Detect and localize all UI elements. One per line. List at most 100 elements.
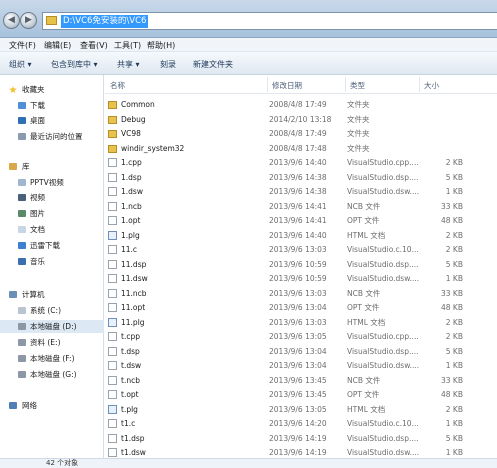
nav-downloads[interactable]: 下载: [0, 99, 104, 112]
file-name: Common: [121, 100, 155, 109]
file-date: 2013/9/6 13:04: [269, 346, 327, 356]
file-name: Debug: [121, 114, 146, 124]
column-name[interactable]: 名称: [110, 80, 125, 91]
file-name: 11.ncb: [121, 288, 147, 298]
file-row[interactable]: 11.dsw 2013/9/6 10:59 VisualStudio.dsw....…: [105, 272, 497, 285]
forward-icon[interactable]: ▶: [20, 12, 37, 29]
nav-drive-d[interactable]: 本地磁盘 (D:): [0, 320, 104, 333]
menu-help[interactable]: 帮助(H): [147, 40, 175, 51]
file-row[interactable]: t.plg 2013/9/6 13:05 HTML 文档 2 KB: [105, 403, 497, 416]
file-name: windir_system32: [121, 143, 185, 153]
nav-desktop[interactable]: 桌面: [0, 114, 104, 127]
file-row[interactable]: t1.c 2013/9/6 14:20 VisualStudio.c.10... 1 …: [105, 417, 497, 430]
file-name: t.dsp: [121, 346, 140, 356]
menu-edit[interactable]: 编辑(E): [44, 40, 71, 51]
nav-xunlei[interactable]: 迅雷下载: [0, 239, 104, 252]
file-row[interactable]: 11.plg 2013/9/6 13:03 HTML 文档 2 KB: [105, 316, 497, 329]
nav-drive-e[interactable]: 资料 (E:): [0, 336, 104, 349]
menu-view[interactable]: 查看(V): [80, 40, 108, 51]
file-type: VisualStudio.cpp....: [347, 158, 419, 167]
nav-drive-c[interactable]: 系统 (C:): [0, 304, 104, 317]
file-type: VisualStudio.dsp....: [347, 433, 419, 443]
file-type: HTML 文档: [347, 404, 386, 414]
file-size: 2 KB: [445, 332, 463, 341]
file-size: 33 KB: [441, 375, 463, 385]
file-row[interactable]: t.dsp 2013/9/6 13:04 VisualStudio.dsp.... 5…: [105, 345, 497, 358]
file-row[interactable]: t.ncb 2013/9/6 13:45 NCB 文件 33 KB: [105, 374, 497, 387]
file-row[interactable]: 1.dsw 2013/9/6 14:38 VisualStudio.dsw.... 1…: [105, 185, 497, 198]
file-row[interactable]: t.cpp 2013/9/6 13:05 VisualStudio.cpp.... 2…: [105, 330, 497, 343]
file-size: 1 KB: [445, 419, 463, 428]
column-type[interactable]: 类型: [350, 80, 365, 91]
file-row[interactable]: VC98 2008/4/8 17:49 文件夹: [105, 127, 497, 140]
file-type: 文件夹: [347, 100, 370, 109]
menu-file[interactable]: 文件(F): [9, 40, 36, 51]
file-icon: [108, 390, 117, 399]
file-row[interactable]: t.opt 2013/9/6 13:45 OPT 文件 48 KB: [105, 388, 497, 401]
folder-icon: [108, 130, 117, 138]
nav-recent[interactable]: 最近访问的位置: [0, 130, 104, 143]
nav-pictures[interactable]: 图片: [0, 207, 104, 220]
address-path[interactable]: D:\VC6免安装的\VC6: [61, 15, 149, 28]
file-icon: [108, 433, 117, 443]
drive-icon: [18, 355, 26, 362]
nav-network[interactable]: 网络: [0, 399, 104, 412]
toolbar: 组织 ▾ 包含到库中 ▾ 共享 ▾ 刻录 新建文件夹: [0, 52, 497, 75]
file-row[interactable]: 1.cpp 2013/9/6 14:40 VisualStudio.cpp.... 2…: [105, 156, 497, 169]
file-size: 1 KB: [445, 274, 463, 283]
nav-music[interactable]: 音乐: [0, 255, 104, 268]
address-bar[interactable]: D:\VC6免安装的\VC6: [42, 12, 497, 30]
column-size[interactable]: 大小: [424, 80, 439, 91]
star-icon: [9, 86, 17, 93]
drive-icon: [18, 323, 26, 330]
include-library-button[interactable]: 包含到库中 ▾: [51, 59, 98, 70]
file-row[interactable]: Debug 2014/2/10 13:18 文件夹: [105, 113, 497, 126]
file-size: 5 KB: [445, 433, 463, 443]
nav-drive-g[interactable]: 本地磁盘 (G:): [0, 368, 104, 381]
document-icon: [18, 226, 26, 233]
nav-documents[interactable]: 文档: [0, 223, 104, 236]
file-size: 33 KB: [441, 288, 463, 298]
nav-favorites[interactable]: 收藏夹: [0, 83, 104, 96]
file-name: t.opt: [121, 390, 139, 399]
file-row[interactable]: 1.opt 2013/9/6 14:41 OPT 文件 48 KB: [105, 214, 497, 227]
nav-libraries[interactable]: 库: [0, 160, 104, 173]
file-row[interactable]: 1.ncb 2013/9/6 14:41 NCB 文件 33 KB: [105, 200, 497, 213]
file-row[interactable]: 11.dsp 2013/9/6 10:59 VisualStudio.dsp....…: [105, 258, 497, 271]
file-icon: [108, 245, 117, 254]
file-icon: [108, 274, 117, 283]
file-row[interactable]: 11.opt 2013/9/6 13:04 OPT 文件 48 KB: [105, 301, 497, 314]
file-size: 1 KB: [445, 361, 463, 370]
file-icon: [108, 187, 117, 196]
file-row[interactable]: 1.dsp 2013/9/6 14:38 VisualStudio.dsp.... 5…: [105, 171, 497, 184]
burn-button[interactable]: 刻录: [160, 59, 176, 70]
new-folder-button[interactable]: 新建文件夹: [193, 59, 233, 70]
file-size: 2 KB: [445, 317, 463, 327]
share-button[interactable]: 共享 ▾: [117, 59, 140, 70]
file-row[interactable]: 11.ncb 2013/9/6 13:03 NCB 文件 33 KB: [105, 287, 497, 300]
file-icon: [108, 419, 117, 428]
file-type: VisualStudio.dsw....: [347, 187, 420, 196]
file-name: 11.dsw: [121, 274, 148, 283]
file-row[interactable]: t1.dsp 2013/9/6 14:19 VisualStudio.dsp....…: [105, 432, 497, 445]
back-icon[interactable]: ◀: [3, 12, 20, 29]
file-name: t.dsw: [121, 361, 142, 370]
file-icon: [108, 303, 117, 312]
organize-button[interactable]: 组织 ▾: [9, 59, 32, 70]
column-header: 名称 修改日期 类型 大小: [105, 75, 497, 94]
file-row[interactable]: Common 2008/4/8 17:49 文件夹: [105, 98, 497, 111]
file-date: 2013/9/6 10:59: [269, 259, 327, 269]
file-row[interactable]: 1.plg 2013/9/6 14:40 HTML 文档 2 KB: [105, 229, 497, 242]
nav-pptv[interactable]: PPTV视频: [0, 176, 104, 189]
folder-icon: [108, 101, 117, 109]
file-row[interactable]: windir_system32 2008/4/8 17:48 文件夹: [105, 142, 497, 155]
menu-tools[interactable]: 工具(T): [114, 40, 141, 51]
file-row[interactable]: 11.c 2013/9/6 13:03 VisualStudio.c.10... 2 …: [105, 243, 497, 256]
network-icon: [9, 402, 17, 409]
column-date[interactable]: 修改日期: [272, 80, 302, 91]
file-row[interactable]: t.dsw 2013/9/6 13:04 VisualStudio.dsw.... 1…: [105, 359, 497, 372]
nav-drive-f[interactable]: 本地磁盘 (F:): [0, 352, 104, 365]
nav-computer[interactable]: 计算机: [0, 288, 104, 301]
file-date: 2013/9/6 14:41: [269, 201, 327, 211]
nav-videos[interactable]: 视频: [0, 191, 104, 204]
